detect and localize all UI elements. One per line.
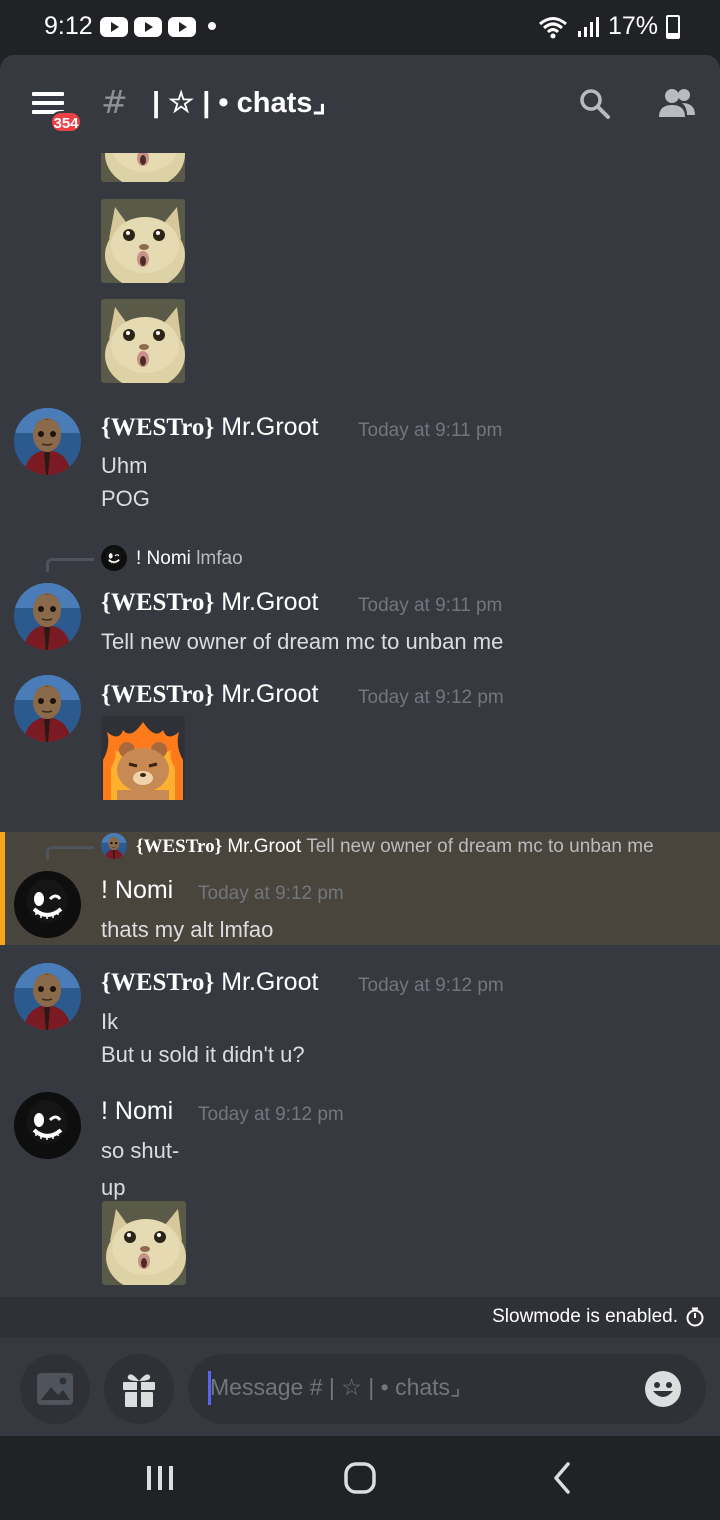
avatar[interactable]: [14, 871, 81, 938]
message-text: But u sold it didn't u?: [101, 1042, 305, 1067]
image-attachment[interactable]: [101, 199, 185, 283]
channel-header: 354 # | ☆ | • chats⌟: [0, 55, 720, 153]
emoji-icon[interactable]: [644, 1370, 682, 1408]
reply-connector: [46, 558, 94, 572]
channel-hash-icon: #: [101, 83, 128, 121]
image-attachment[interactable]: [101, 153, 185, 182]
home-icon[interactable]: [338, 1456, 382, 1500]
more-notifications-dot: [208, 22, 216, 30]
channel-title[interactable]: | ☆ | • chats⌟: [152, 85, 326, 120]
reply-connector: [46, 846, 94, 860]
avatar[interactable]: [14, 1092, 81, 1159]
message-input[interactable]: Message # | ☆ | • chats⌟: [188, 1354, 706, 1424]
attach-image-button[interactable]: [20, 1354, 90, 1424]
image-attachment[interactable]: [102, 1201, 186, 1285]
message-timestamp: Today at 9:11 pm: [358, 595, 503, 616]
message-username[interactable]: {WESTro} Mr.Groot: [101, 968, 318, 997]
chat-messages[interactable]: {WESTro} Mr.Groot Today at 9:11 pm Uhm P…: [0, 153, 720, 1297]
gift-button[interactable]: [104, 1354, 174, 1424]
slowmode-bar: Slowmode is enabled.: [0, 1297, 720, 1338]
status-bar: 9:12 17%: [0, 0, 720, 55]
wifi-icon: [538, 16, 567, 38]
notification-icons: [100, 17, 196, 37]
image-attachment[interactable]: [101, 299, 185, 383]
image-icon: [37, 1373, 73, 1405]
avatar[interactable]: [14, 675, 81, 742]
message-text: so shut-: [101, 1138, 180, 1163]
slowmode-text: Slowmode is enabled.: [492, 1306, 678, 1327]
youtube-notification-icon: [134, 17, 162, 37]
message-text: thats my alt lmfao: [101, 917, 274, 942]
message-timestamp: Today at 9:12 pm: [198, 1104, 344, 1125]
message-text: POG: [101, 486, 150, 511]
system-nav-bar: [0, 1436, 720, 1520]
message-text: up: [101, 1175, 126, 1200]
status-right: 17%: [538, 12, 680, 41]
timer-icon: [686, 1307, 704, 1327]
reply-avatar: [101, 833, 127, 859]
gift-icon: [123, 1374, 155, 1407]
message-text: Ik: [101, 1009, 119, 1034]
avatar[interactable]: [14, 583, 81, 650]
reply-preview[interactable]: ! Nomi lmfao: [136, 548, 243, 570]
message-timestamp: Today at 9:12 pm: [358, 687, 504, 708]
message-text: Tell new owner of dream mc to unban me: [101, 629, 504, 654]
recent-apps-icon[interactable]: [138, 1456, 182, 1500]
message-placeholder: Message # | ☆ | • chats⌟: [210, 1374, 461, 1400]
avatar[interactable]: [14, 963, 81, 1030]
battery-icon: [666, 14, 680, 39]
sticker-attachment[interactable]: [101, 716, 185, 800]
youtube-notification-icon: [168, 17, 196, 37]
search-icon[interactable]: [578, 87, 610, 119]
message-timestamp: Today at 9:12 pm: [358, 975, 504, 996]
battery-percent: 17%: [607, 12, 658, 40]
message-timestamp: Today at 9:11 pm: [358, 420, 503, 441]
message-username[interactable]: ! Nomi: [101, 1097, 173, 1126]
members-icon[interactable]: [658, 87, 696, 119]
back-icon[interactable]: [540, 1456, 584, 1500]
composer-bar: Message # | ☆ | • chats⌟: [0, 1338, 720, 1436]
message-username[interactable]: {WESTro} Mr.Groot: [101, 588, 318, 617]
status-time: 9:12: [44, 12, 93, 40]
reply-avatar: [101, 545, 127, 571]
message-username[interactable]: {WESTro} Mr.Groot: [101, 680, 318, 709]
message-timestamp: Today at 9:12 pm: [198, 883, 344, 904]
message-username[interactable]: {WESTro} Mr.Groot: [101, 413, 318, 442]
youtube-notification-icon: [100, 17, 128, 37]
message-text: Uhm: [101, 453, 148, 478]
avatar[interactable]: [14, 408, 81, 475]
signal-icon: [577, 16, 599, 37]
reply-preview[interactable]: {WESTro} Mr.Groot Tell new owner of drea…: [136, 836, 654, 858]
unread-badge: 354: [50, 111, 82, 133]
message-username[interactable]: ! Nomi: [101, 876, 173, 905]
